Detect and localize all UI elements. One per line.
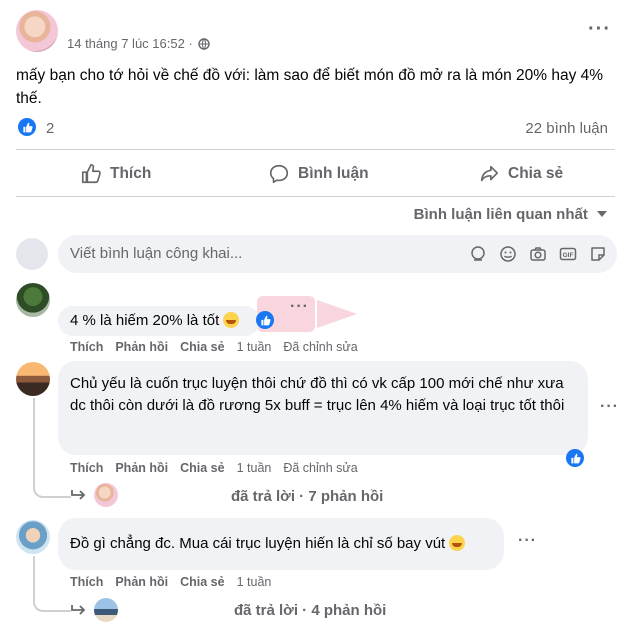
comment-reply-link[interactable]: Phản hồi (115, 340, 168, 354)
comment-more-icon[interactable]: ··· (518, 532, 537, 550)
comment-bubble: Chủ yếu là cuốn trục luyện thôi chứ đồ t… (58, 361, 588, 455)
commenter-avatar[interactable] (16, 520, 50, 554)
replier-avatar[interactable] (94, 483, 118, 507)
comment-like-link[interactable]: Thích (70, 340, 103, 354)
globe-icon (198, 38, 211, 50)
caret-down-icon (597, 211, 607, 217)
comment-input-placeholder: Viết bình luận công khai... (70, 245, 243, 262)
like-reaction-icon[interactable] (18, 118, 36, 136)
commenter-avatar[interactable] (16, 283, 50, 317)
viewer-avatar (16, 238, 48, 270)
comment-share-link[interactable]: Chia sẻ (180, 461, 224, 475)
replier-avatar[interactable] (94, 598, 118, 622)
comment-sort-dropdown[interactable]: Bình luận liên quan nhất (414, 206, 608, 223)
thumbs-up-icon (81, 164, 101, 184)
comment-like-link[interactable]: Thích (70, 461, 103, 475)
sticker-icon[interactable] (589, 245, 607, 263)
view-replies-link[interactable]: đã trả lời · 4 phản hồi (234, 602, 386, 619)
post-timestamp[interactable]: 14 tháng 7 lúc 16:52 · (67, 36, 193, 51)
divider (16, 149, 615, 150)
comment-bubble: Đồ gì chẳng đc. Mua cái trục luyện hiến … (58, 518, 504, 570)
comment-actions: Thích Phản hồi Chia sẻ 1 tuần Đã chỉnh s… (70, 340, 358, 354)
comment-button[interactable]: Bình luận (268, 160, 369, 188)
reply-arrow-icon (71, 490, 86, 500)
comment-reply-link[interactable]: Phản hồi (115, 461, 168, 475)
post-meta: 14 tháng 7 lúc 16:52 · (67, 36, 211, 51)
svg-text:GIF: GIF (563, 252, 574, 259)
comment-button-label: Bình luận (298, 165, 369, 182)
commenter-avatar[interactable] (16, 362, 50, 396)
comment-edited: Đã chỉnh sửa (283, 461, 358, 475)
post-author-avatar[interactable] (16, 10, 58, 52)
comment-more-icon[interactable]: ··· (290, 298, 309, 316)
sort-label: Bình luận liên quan nhất (413, 206, 588, 223)
comment-text: Đồ gì chẳng đc. Mua cái trục luyện hiến … (70, 535, 446, 552)
camera-icon[interactable] (529, 245, 547, 263)
view-replies-link[interactable]: đã trả lời · 7 phản hồi (231, 488, 383, 505)
comment-like-link[interactable]: Thích (70, 575, 103, 589)
post-text: mấy bạn cho tớ hỏi về chế đồ với: làm sa… (16, 67, 604, 107)
comment-count[interactable]: 22 bình luận (525, 120, 608, 137)
like-reaction-icon[interactable] (256, 311, 274, 329)
comment-reply-link[interactable]: Phản hồi (115, 575, 168, 589)
comment-actions: Thích Phản hồi Chia sẻ 1 tuần (70, 575, 271, 589)
like-reaction-icon[interactable] (566, 449, 584, 467)
share-button-label: Chia sẻ (508, 165, 564, 182)
like-button[interactable]: Thích (80, 160, 151, 188)
comment-actions: Thích Phản hồi Chia sẻ 1 tuần Đã chỉnh s… (70, 461, 358, 475)
comment-edited: Đã chỉnh sửa (283, 340, 358, 354)
laughing-emoji-icon (223, 312, 240, 328)
comment-more-icon[interactable]: ··· (600, 398, 619, 416)
comment-text: Chủ yếu là cuốn trục luyện thôi chứ đồ t… (70, 375, 565, 414)
laughing-emoji-icon (449, 535, 466, 551)
comment-share-link[interactable]: Chia sẻ (180, 340, 224, 354)
avatar-sticker-icon[interactable] (469, 245, 487, 263)
post-more-icon[interactable]: ··· (588, 18, 611, 41)
comment-bubble: 4 % là hiếm 20% là tốt (58, 306, 260, 336)
comment-text: 4 % là hiếm 20% là tốt (70, 312, 220, 329)
like-button-label: Thích (110, 165, 152, 182)
comment-share-link[interactable]: Chia sẻ (180, 575, 224, 589)
emoji-icon[interactable] (499, 245, 517, 263)
share-arrow-icon (480, 165, 499, 182)
like-count[interactable]: 2 (46, 120, 54, 137)
comment-time[interactable]: 1 tuần (237, 340, 272, 354)
gif-icon[interactable]: GIF (559, 245, 577, 263)
speech-bubble-icon (269, 164, 289, 184)
comment-time[interactable]: 1 tuần (237, 575, 272, 589)
comment-time[interactable]: 1 tuần (237, 461, 272, 475)
share-button[interactable]: Chia sẻ (478, 160, 563, 188)
divider (16, 196, 615, 197)
reply-arrow-icon (71, 605, 86, 615)
